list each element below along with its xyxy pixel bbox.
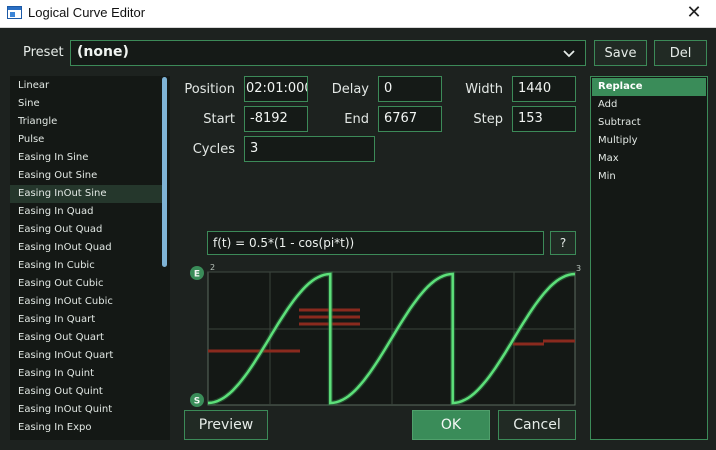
operation-item-min[interactable]: Min	[592, 168, 706, 186]
delay-field[interactable]: 0	[378, 76, 442, 102]
preset-value: (none)	[77, 44, 129, 60]
curve-item-selected[interactable]: Easing InOut Sine	[10, 185, 162, 203]
end-label: End	[344, 112, 369, 127]
curve-item[interactable]: Easing In Sine	[10, 149, 162, 167]
curve-item[interactable]: Easing Out Quint	[10, 383, 162, 401]
operation-item-replace[interactable]: Replace	[592, 78, 706, 96]
step-label: Step	[473, 112, 503, 127]
cycles-label: Cycles	[192, 142, 235, 157]
formula-field[interactable]: f(t) = 0.5*(1 - cos(pi*t))	[207, 231, 544, 255]
delay-label: Delay	[331, 82, 369, 97]
window-title: Logical Curve Editor	[28, 5, 146, 20]
preview-button[interactable]: Preview	[184, 410, 268, 440]
curve-item[interactable]: Easing In Expo	[10, 419, 162, 437]
operation-item-add[interactable]: Add	[592, 96, 706, 114]
curve-item[interactable]: Easing InOut Quad	[10, 239, 162, 257]
curve-item[interactable]: Easing InOut Cubic	[10, 293, 162, 311]
cycles-field[interactable]: 3	[244, 136, 375, 162]
start-field[interactable]: -8192	[244, 106, 308, 132]
curve-item[interactable]: Easing Out Quad	[10, 221, 162, 239]
position-field[interactable]: 02:01:000	[244, 76, 308, 102]
curve-preview-graph[interactable]: 2 3 E S	[186, 262, 586, 410]
formula-help-button[interactable]: ?	[550, 231, 576, 255]
width-field[interactable]: 1440	[512, 76, 576, 102]
operation-item-max[interactable]: Max	[592, 150, 706, 168]
operation-list[interactable]: Replace Add Subtract Multiply Max Min	[590, 76, 708, 440]
delete-button[interactable]: Del	[654, 40, 707, 66]
operation-item-subtract[interactable]: Subtract	[592, 114, 706, 132]
curve-item[interactable]: Linear	[10, 77, 162, 95]
window-icon	[7, 6, 22, 19]
save-button[interactable]: Save	[594, 40, 647, 66]
curve-item[interactable]: Easing Out Quart	[10, 329, 162, 347]
curve-item[interactable]: Easing Out Sine	[10, 167, 162, 185]
ok-button[interactable]: OK	[412, 410, 490, 440]
chevron-down-icon	[563, 50, 575, 58]
start-label: Start	[203, 112, 235, 127]
start-handle-label: S	[194, 397, 200, 407]
graph-corner-right: 3	[576, 264, 581, 273]
curve-list-scrollbar[interactable]	[162, 77, 167, 267]
curve-item[interactable]: Easing In Cubic	[10, 257, 162, 275]
curve-item[interactable]: Easing InOut Quart	[10, 347, 162, 365]
end-field[interactable]: 6767	[378, 106, 442, 132]
width-label: Width	[465, 82, 503, 97]
curve-type-list[interactable]: Linear Sine Triangle Pulse Easing In Sin…	[10, 76, 170, 440]
end-handle-label: E	[194, 270, 200, 280]
curve-item[interactable]: Easing InOut Quint	[10, 401, 162, 419]
curve-item[interactable]: Easing Out Cubic	[10, 275, 162, 293]
position-label: Position	[184, 82, 235, 97]
graph-corner-left: 2	[210, 263, 215, 272]
title-bar: Logical Curve Editor ✕	[0, 0, 716, 28]
preset-dropdown[interactable]: (none)	[70, 40, 586, 66]
curve-item[interactable]: Easing In Quart	[10, 311, 162, 329]
curve-item[interactable]: Sine	[10, 95, 162, 113]
close-icon[interactable]: ✕	[682, 2, 706, 24]
operation-item-multiply[interactable]: Multiply	[592, 132, 706, 150]
curve-item[interactable]: Triangle	[10, 113, 162, 131]
curve-item[interactable]: Easing In Quad	[10, 203, 162, 221]
preset-label: Preset	[23, 45, 64, 60]
cancel-button[interactable]: Cancel	[498, 410, 576, 440]
step-field[interactable]: 153	[512, 106, 576, 132]
curve-item[interactable]: Easing In Quint	[10, 365, 162, 383]
curve-item[interactable]: Pulse	[10, 131, 162, 149]
